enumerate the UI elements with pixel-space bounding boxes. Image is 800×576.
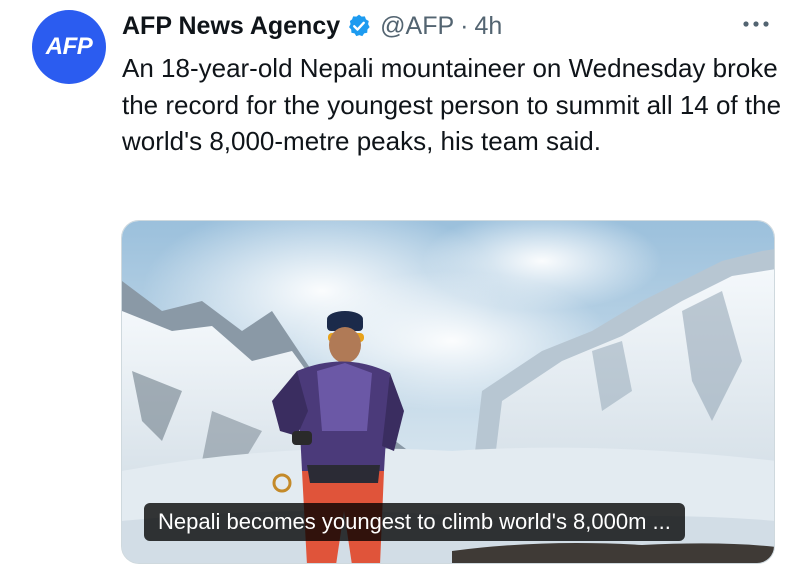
verified-badge-icon[interactable] (346, 13, 372, 39)
avatar[interactable]: AFP (32, 10, 106, 84)
link-card-image[interactable]: Nepali becomes youngest to climb world's… (121, 220, 775, 564)
avatar-logo-text: AFP (45, 33, 93, 60)
author-handle[interactable]: @AFP (380, 12, 454, 41)
tweet-header: AFP News Agency @AFP · 4h (122, 8, 502, 44)
tweet-container[interactable]: AFP AFP News Agency @AFP · 4h An 18-year… (0, 0, 800, 576)
author-display-name[interactable]: AFP News Agency (122, 12, 340, 41)
more-options-icon[interactable] (734, 10, 778, 38)
header-separator: · (460, 11, 469, 40)
card-caption: Nepali becomes youngest to climb world's… (144, 503, 685, 541)
tweet-text: An 18-year-old Nepali mountaineer on Wed… (122, 53, 782, 156)
tweet-timestamp[interactable]: 4h (474, 12, 502, 41)
